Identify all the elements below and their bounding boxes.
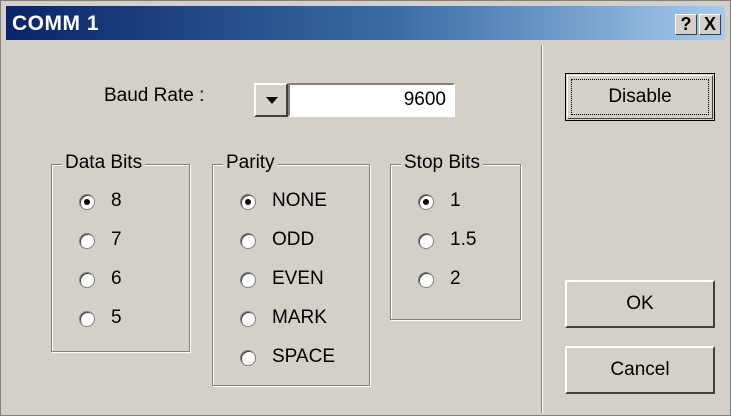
title-bar[interactable]: COMM 1 ? X (6, 6, 725, 40)
radio-label: 7 (111, 229, 122, 250)
radio-button[interactable] (418, 272, 434, 288)
radio-label: NONE (272, 190, 327, 211)
radio-button[interactable] (418, 194, 434, 210)
radio-label: ODD (272, 229, 315, 250)
parity-title: Parity (223, 152, 278, 174)
radio-dot-icon (423, 199, 429, 205)
radio-label: EVEN (272, 268, 324, 289)
chevron-down-icon (266, 97, 278, 104)
stop-bits-group: Stop Bits 1 1.5 2 (390, 152, 521, 320)
radio-button[interactable] (418, 233, 434, 249)
radio-button[interactable] (240, 233, 256, 249)
radio-button[interactable] (240, 311, 256, 327)
comm-settings-dialog: COMM 1 ? X Baud Rate : 9600 Data Bits 8 … (0, 0, 731, 416)
radio-label: 6 (111, 268, 122, 289)
disable-button-label: Disable (608, 86, 672, 107)
radio-label: 2 (450, 268, 461, 289)
radio-label: 8 (111, 190, 122, 211)
radio-button[interactable] (240, 350, 256, 366)
radio-label: 5 (111, 307, 122, 328)
window-title: COMM 1 (12, 12, 99, 35)
radio-button[interactable] (79, 311, 95, 327)
radio-button[interactable] (79, 233, 95, 249)
radio-button[interactable] (79, 272, 95, 288)
radio-button[interactable] (240, 194, 256, 210)
data-bits-group: Data Bits 8 7 6 5 (51, 152, 190, 352)
cancel-button[interactable]: Cancel (565, 346, 715, 394)
radio-label: 1 (450, 190, 461, 211)
radio-dot-icon (84, 199, 90, 205)
baud-rate-field[interactable]: 9600 (288, 83, 455, 117)
radio-label: MARK (272, 307, 327, 328)
radio-button[interactable] (79, 194, 95, 210)
radio-label: SPACE (272, 346, 336, 367)
help-button[interactable]: ? (675, 14, 697, 35)
close-button[interactable]: X (699, 14, 721, 35)
baud-rate-dropdown-button[interactable] (254, 83, 288, 117)
parity-group: Parity NONE ODD EVEN MARK SPACE (212, 152, 370, 386)
data-bits-title: Data Bits (62, 152, 146, 174)
radio-label: 1.5 (450, 229, 477, 250)
ok-button[interactable]: OK (565, 280, 715, 328)
vertical-divider (541, 45, 543, 413)
radio-button[interactable] (240, 272, 256, 288)
radio-dot-icon (245, 199, 251, 205)
stop-bits-title: Stop Bits (401, 152, 484, 174)
disable-button[interactable]: Disable (565, 73, 715, 121)
baud-rate-label: Baud Rate : (104, 85, 205, 106)
